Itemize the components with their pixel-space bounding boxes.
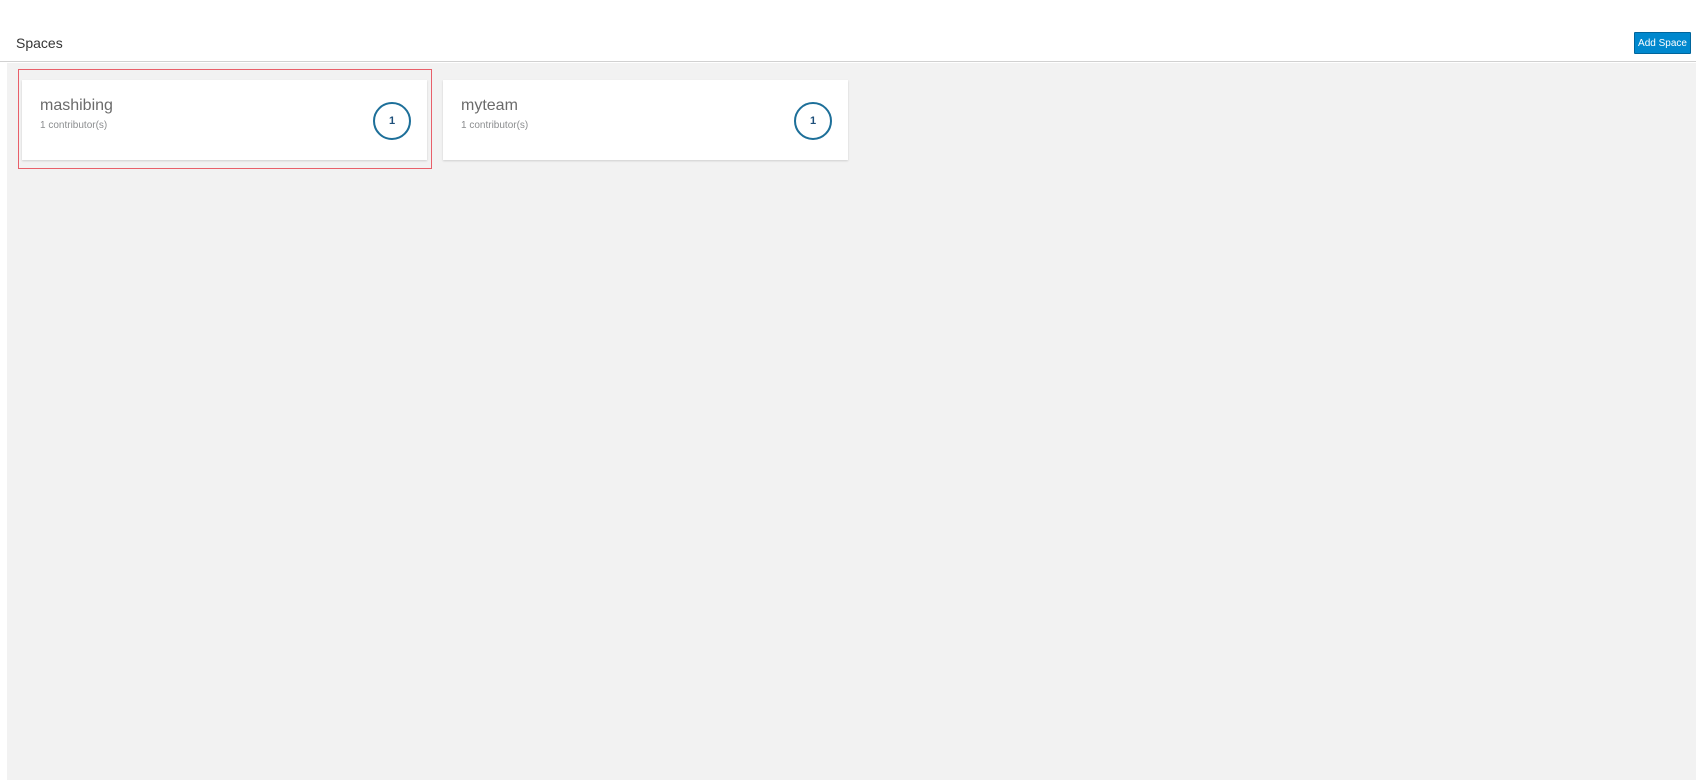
space-card-myteam[interactable]: myteam 1 contributor(s) 1 [443,80,848,160]
contributor-count-badge: 1 [373,102,411,140]
space-contributors: 1 contributor(s) [40,120,108,131]
space-card-mashibing[interactable]: mashibing 1 contributor(s) 1 [18,69,432,169]
spaces-content-area [7,63,1696,780]
contributor-count-badge: 1 [794,102,832,140]
space-name: myteam [461,97,518,114]
add-space-button[interactable]: Add Space [1634,32,1691,54]
page-header: Spaces Add Space [0,0,1696,62]
space-name: mashibing [40,97,113,114]
space-contributors: 1 contributor(s) [461,120,529,131]
page-title: Spaces [16,35,63,51]
